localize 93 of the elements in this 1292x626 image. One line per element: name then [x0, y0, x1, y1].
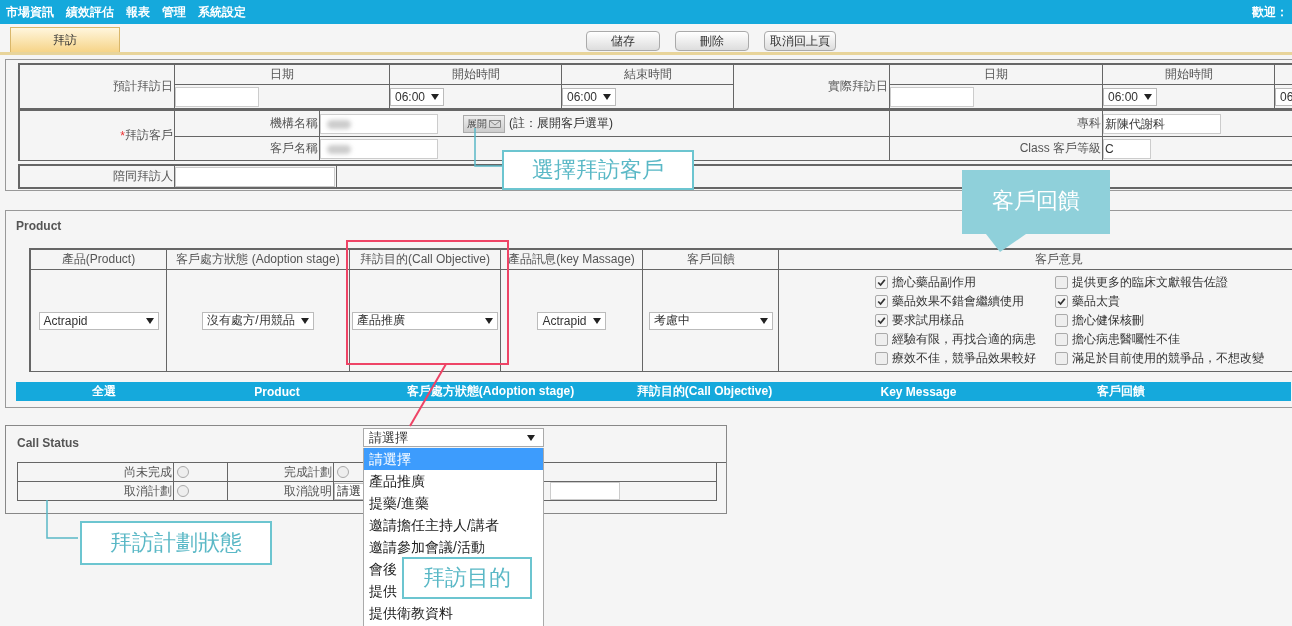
- column-header: 客戶處方狀態 (Adoption stage): [167, 250, 350, 270]
- section-title: Call Status: [17, 436, 79, 452]
- adoption-select[interactable]: 沒有處方/用競品: [202, 311, 314, 330]
- caret-icon: [145, 317, 154, 324]
- checkbox[interactable]: [875, 276, 888, 289]
- checkbox-label: 擔心藥品副作用: [892, 274, 976, 291]
- checkbox[interactable]: [1055, 295, 1068, 308]
- caret-icon: [592, 317, 601, 324]
- caret-icon: [759, 317, 768, 324]
- caret-icon: [300, 317, 309, 324]
- date-field[interactable]: [175, 86, 259, 107]
- tab[interactable]: 拜訪: [10, 27, 120, 52]
- radio-button[interactable]: [337, 466, 349, 478]
- checkbox[interactable]: [1055, 314, 1068, 327]
- time-select[interactable]: 06: [1275, 87, 1292, 106]
- field-label: 預計拜訪日: [20, 65, 175, 109]
- blurred-text: [327, 119, 351, 129]
- column-header: 拜訪目的(Call Objective): [350, 250, 501, 270]
- checkbox-label: 要求試用樣品: [892, 312, 964, 329]
- envelope-icon: [489, 119, 501, 128]
- checkbox-label: 經驗有限，再找合適的病患: [892, 331, 1036, 348]
- column-header: 開始時間: [390, 65, 562, 85]
- column-header: 客戶意見: [779, 250, 1292, 270]
- class-field[interactable]: C: [1103, 138, 1151, 159]
- radio-button[interactable]: [177, 466, 189, 478]
- callout-label: 選擇拜訪客戶: [502, 150, 694, 190]
- checkbox[interactable]: [1055, 333, 1068, 346]
- specialty-field[interactable]: 新陳代謝科: [1103, 113, 1221, 134]
- checkbox-label: 藥品太貴: [1072, 293, 1120, 310]
- action-button[interactable]: 刪除: [675, 31, 749, 51]
- section-title: Product: [16, 219, 62, 235]
- expand-button[interactable]: 展開: [463, 114, 505, 133]
- checkbox[interactable]: [875, 295, 888, 308]
- blurred-text: [327, 144, 351, 154]
- field-label: 專科: [890, 111, 1103, 137]
- objective-select[interactable]: 產品推廣: [352, 311, 498, 330]
- field-label: Class 客戶等級: [890, 137, 1103, 161]
- checkbox-label: 藥品效果不錯會繼續使用: [892, 293, 1024, 310]
- checkbox-label: 擔心健保核刪: [1072, 312, 1144, 329]
- caret-icon: [1144, 93, 1153, 100]
- checkbox-label: 擔心病患醫囑性不佳: [1072, 331, 1180, 348]
- field-label: 陪同拜訪人: [20, 166, 175, 188]
- field-label: 取消計劃: [18, 482, 174, 501]
- caret-icon: [485, 317, 493, 324]
- checkbox-label: 提供更多的臨床文獻報告佐證: [1072, 274, 1228, 291]
- field-label: 完成計劃: [228, 463, 334, 482]
- column-header: 開始時間: [1103, 65, 1275, 85]
- customer-name-field[interactable]: [320, 138, 438, 159]
- checkbox[interactable]: [875, 314, 888, 327]
- dropdown-option[interactable]: 會後: [364, 558, 399, 580]
- column-header: 產品訊息(key Massage): [501, 250, 643, 270]
- text-field[interactable]: [550, 482, 620, 500]
- column-header: 產品(Product): [31, 250, 167, 270]
- leader-line: [474, 128, 504, 168]
- key-message-select[interactable]: Actrapid: [537, 311, 606, 330]
- feedback-select[interactable]: 考慮中: [648, 311, 773, 330]
- callout-label: 拜訪目的: [402, 557, 532, 599]
- checkbox[interactable]: [875, 333, 888, 346]
- leader-line: [46, 500, 78, 540]
- caret-icon: [603, 93, 612, 100]
- org-name-field[interactable]: [320, 113, 438, 134]
- caret-icon: [431, 93, 440, 100]
- field-label: 實際拜訪日: [734, 65, 890, 109]
- time-select[interactable]: 06:00: [1103, 87, 1158, 106]
- note-text: (註：展開客戶選單): [509, 115, 613, 132]
- dropdown-option[interactable]: 提供: [364, 580, 399, 602]
- product-select[interactable]: Actrapid: [38, 311, 159, 330]
- dropdown-option[interactable]: 邀請參加會議/活動: [364, 536, 487, 558]
- caret-icon: [527, 434, 535, 441]
- callout-label: 拜訪計劃狀態: [80, 521, 272, 565]
- welcome-text: 歡迎：: [1252, 3, 1288, 21]
- column-header: 日期: [175, 65, 390, 85]
- checkbox-label: 滿足於目前使用的競爭品，不想改變: [1072, 350, 1264, 367]
- dropdown-option[interactable]: 提供衛教資料: [364, 602, 455, 624]
- radio-button[interactable]: [177, 485, 189, 497]
- time-select[interactable]: 06:00: [562, 87, 617, 106]
- checkbox[interactable]: [875, 352, 888, 365]
- column-header: 日期: [890, 65, 1103, 85]
- column-header: 客戶回饋: [643, 250, 779, 270]
- time-select[interactable]: 06:00: [390, 87, 445, 106]
- checkbox[interactable]: [1055, 276, 1068, 289]
- field-label: 尚未完成: [18, 463, 174, 482]
- action-button[interactable]: 取消回上頁: [764, 31, 836, 51]
- checkbox-label: 療效不佳，競爭品效果較好: [892, 350, 1036, 367]
- date-field[interactable]: [890, 86, 974, 107]
- dropdown-option[interactable]: 邀請擔任主持人/講者: [364, 514, 501, 536]
- column-header: 結束時間: [562, 65, 734, 85]
- callout-pointer: [986, 234, 1026, 252]
- field-label: *拜訪客戶: [20, 111, 175, 161]
- companion-field[interactable]: [175, 166, 335, 187]
- checkbox[interactable]: [1055, 352, 1068, 365]
- action-button[interactable]: 儲存: [586, 31, 660, 51]
- objective-dropdown[interactable]: 請選擇: [363, 428, 544, 447]
